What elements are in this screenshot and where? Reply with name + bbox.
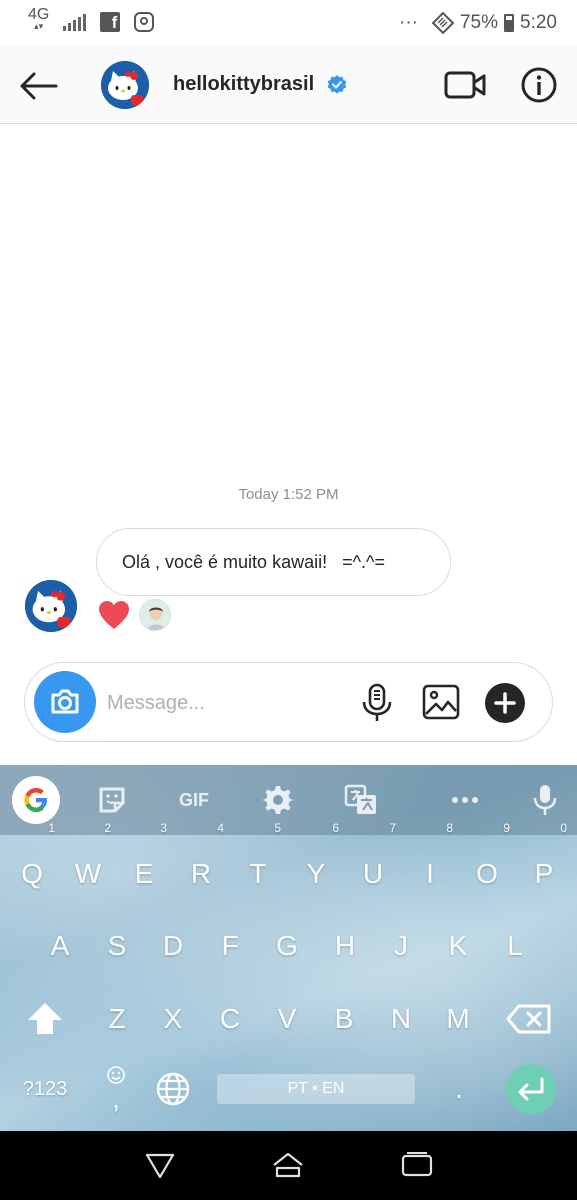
key-a[interactable]: A [35,916,85,976]
info-icon[interactable] [520,66,558,104]
key-u[interactable]: U7 [348,822,398,904]
signal-icon [63,13,87,31]
spacebar[interactable]: PT • EN [217,1074,415,1104]
translate-icon[interactable] [344,783,378,817]
key-y[interactable]: Y6 [291,822,341,904]
gif-button[interactable]: GIF [172,783,216,817]
hello-kitty-avatar-image [25,580,77,632]
network-indicator: 4G ▴▾ [28,7,49,31]
gallery-icon[interactable] [421,683,461,721]
more-horizontal-icon[interactable] [449,783,481,817]
more-options-button[interactable] [485,683,525,723]
key-k[interactable]: K [433,916,483,976]
key-i[interactable]: I8 [405,822,455,904]
back-arrow-icon[interactable] [18,66,58,106]
symbols-key[interactable]: ?123 [20,1059,70,1119]
received-message-bubble[interactable]: Olá , você é muito kawaii! =^.^= [96,528,451,596]
instagram-dm-screen: 4G ▴▾ f ··· 75% 5:20 hellokittybrasil To… [0,0,577,1200]
recents-icon[interactable] [399,1149,435,1181]
message-text: Olá , você é muito kawaii! =^.^= [122,551,386,572]
chat-header: hellokittybrasil [0,46,577,124]
reactor-avatar-image [140,600,170,630]
key-m[interactable]: M [433,989,483,1049]
camera-icon [51,689,79,714]
heart-reaction-icon[interactable] [98,600,130,630]
key-b[interactable]: B [319,989,369,1049]
battery-icon [504,14,515,32]
gboard-keyboard: GIF Q1 W2 E3 R4 T5 Y 6 U 7 I 8 O 9 P 0 A… [0,765,577,1131]
chat-username[interactable]: hellokittybrasil [173,73,314,96]
microphone-icon[interactable] [359,683,395,723]
key-d[interactable]: D [148,916,198,976]
hello-kitty-avatar-image [101,61,149,109]
key-q[interactable]: Q1 [7,822,57,904]
status-bar-left: 4G ▴▾ f [28,7,155,33]
key-f[interactable]: F [205,916,255,976]
reactor-avatar[interactable] [139,599,171,631]
camera-button[interactable] [34,671,96,733]
home-icon[interactable] [270,1149,306,1181]
status-bar-right: ··· 75% 5:20 [399,12,557,34]
sticker-icon[interactable] [97,783,127,817]
back-triangle-icon[interactable] [142,1149,178,1181]
emoji-comma-key[interactable]: , [91,1059,141,1119]
more-notifications-icon: ··· [399,12,418,33]
settings-gear-icon[interactable] [262,783,294,817]
video-call-icon[interactable] [444,68,486,102]
sender-avatar[interactable] [25,580,77,632]
clock: 5:20 [520,12,557,33]
data-arrows-icon: ▴▾ [34,21,44,31]
google-icon[interactable] [12,776,60,824]
google-logo [24,788,47,812]
enter-button[interactable] [506,1064,556,1114]
header-avatar[interactable] [101,61,149,109]
key-c[interactable]: C [205,989,255,1049]
nfc-icon [431,12,454,34]
enter-arrow-icon [518,1077,544,1101]
key-p[interactable]: P0 [519,822,569,904]
status-bar: 4G ▴▾ f ··· 75% 5:20 [0,0,577,46]
key-o[interactable]: O9 [462,822,512,904]
instagram-icon [134,11,155,32]
key-n[interactable]: N [376,989,426,1049]
shift-icon[interactable] [20,989,70,1049]
verified-badge-icon [327,75,347,94]
key-x[interactable]: X [148,989,198,1049]
voice-input-icon[interactable] [530,783,560,817]
key-r[interactable]: R4 [176,822,226,904]
emoji-icon [107,1066,125,1084]
key-l[interactable]: L [490,916,540,976]
message-timestamp: Today 1:52 PM [238,486,339,503]
backspace-icon[interactable] [505,989,555,1049]
key-j[interactable]: J [376,916,426,976]
key-h[interactable]: H [320,916,370,976]
key-v[interactable]: V [262,989,312,1049]
system-navigation-bar [0,1131,577,1200]
key-w[interactable]: W2 [63,822,113,904]
facebook-icon: f [100,11,121,32]
key-s[interactable]: S [92,916,142,976]
message-input[interactable] [107,687,337,719]
key-e[interactable]: E3 [119,822,169,904]
keyboard-toolbar: GIF [0,765,577,835]
key-g[interactable]: G [262,916,312,976]
plus-icon [494,692,516,714]
period-key[interactable]: . [434,1059,484,1119]
battery-percent: 75% [459,12,499,33]
globe-icon[interactable] [148,1059,198,1119]
key-z[interactable]: Z [92,989,142,1049]
key-t[interactable]: T5 [233,822,283,904]
message-composer [24,662,553,742]
